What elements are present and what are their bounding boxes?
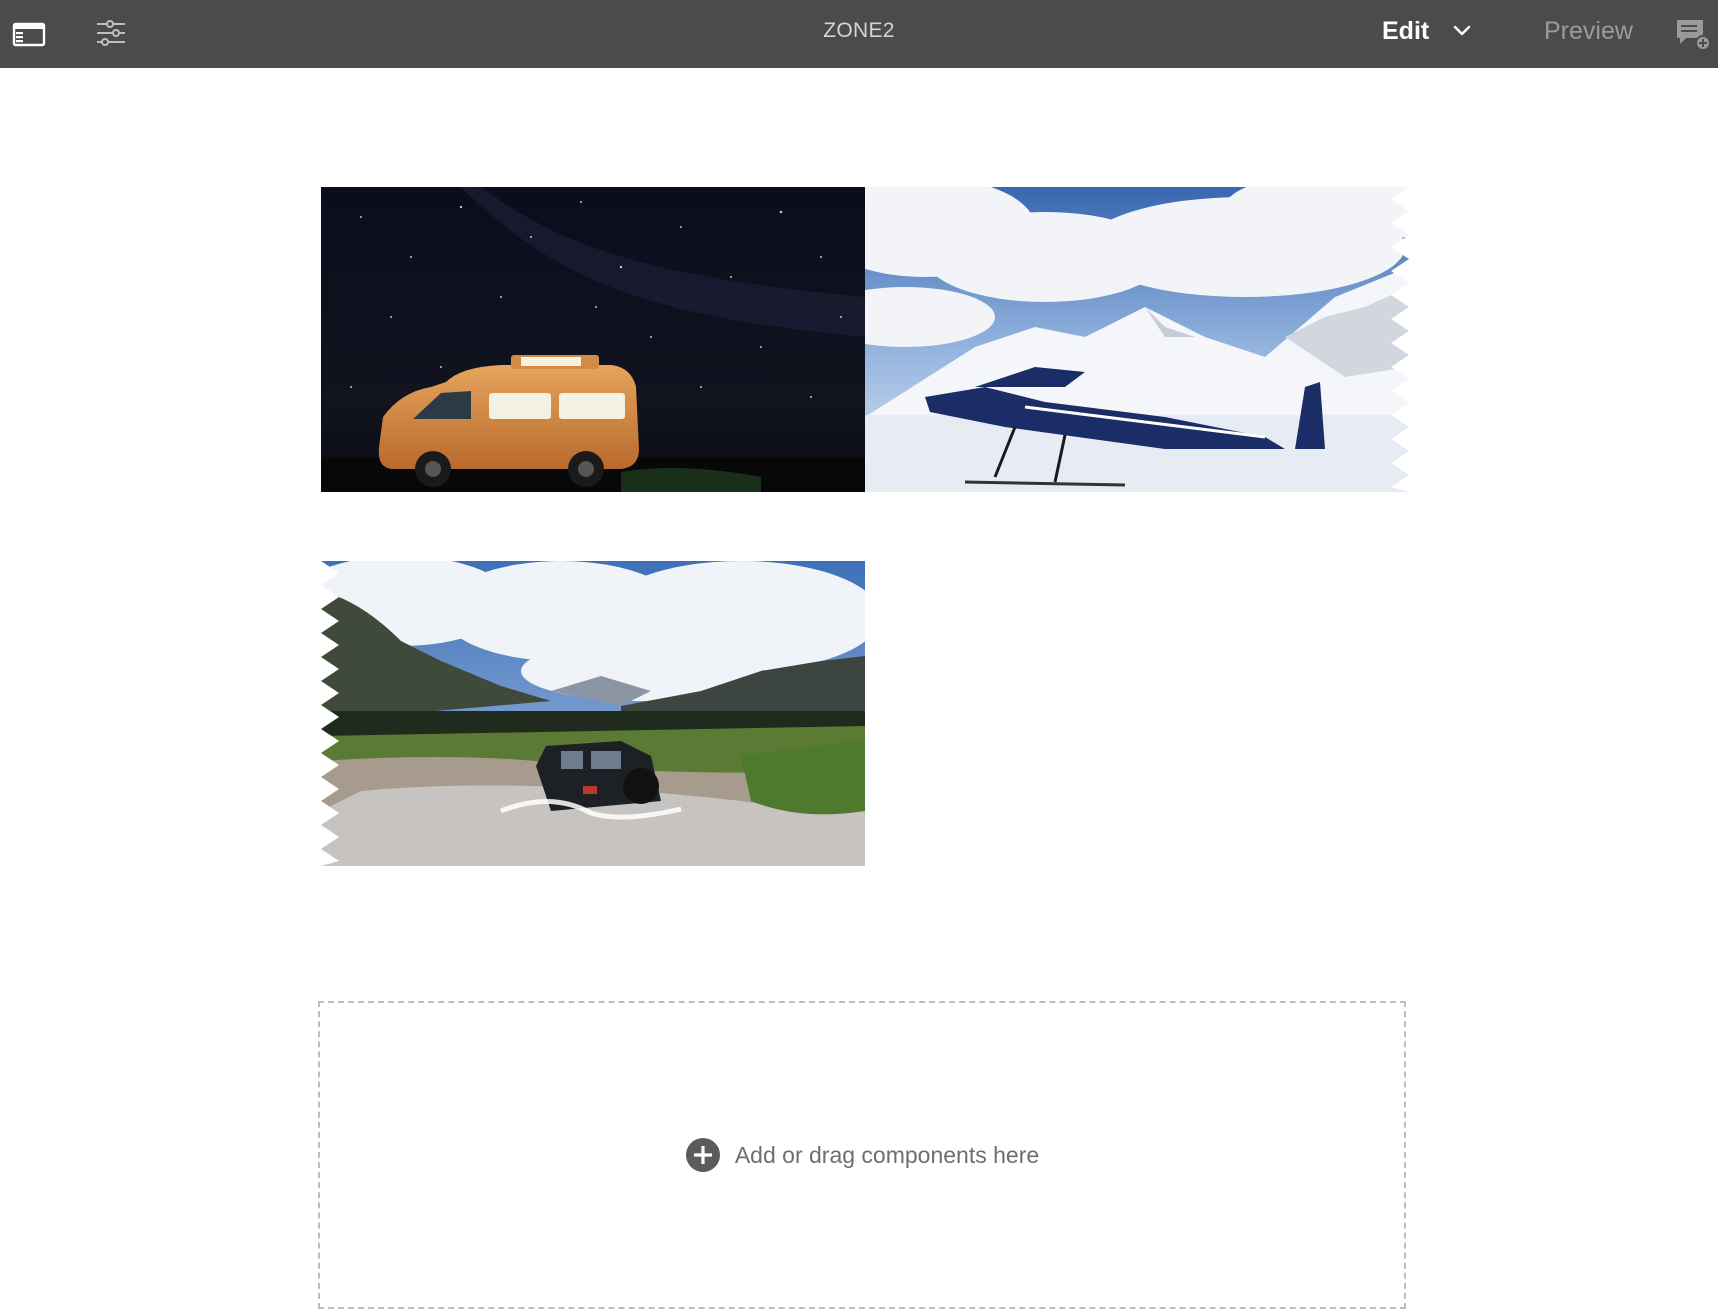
edit-mode-button[interactable]: Edit xyxy=(1382,14,1429,48)
dropzone-content: Add or drag components here xyxy=(320,1003,1404,1307)
component-dropzone[interactable]: Add or drag components here xyxy=(318,1001,1406,1309)
chevron-down-icon[interactable] xyxy=(1450,19,1474,43)
image-seaplane-glacier[interactable] xyxy=(865,187,1409,492)
toggle-side-panel-icon[interactable] xyxy=(10,14,50,54)
page-properties-sliders-icon[interactable] xyxy=(92,14,132,54)
preview-button[interactable]: Preview xyxy=(1544,14,1633,48)
add-circle-icon[interactable] xyxy=(685,1137,721,1173)
editor-toolbar: ZONE2 Edit Preview xyxy=(0,0,1718,68)
image-suv-river-crossing[interactable] xyxy=(321,561,865,866)
page-canvas: Add or drag components here xyxy=(0,68,1718,1309)
image-camper-van-night[interactable] xyxy=(321,187,865,492)
annotate-add-icon[interactable] xyxy=(1672,14,1712,54)
dropzone-label: Add or drag components here xyxy=(734,1141,1040,1168)
